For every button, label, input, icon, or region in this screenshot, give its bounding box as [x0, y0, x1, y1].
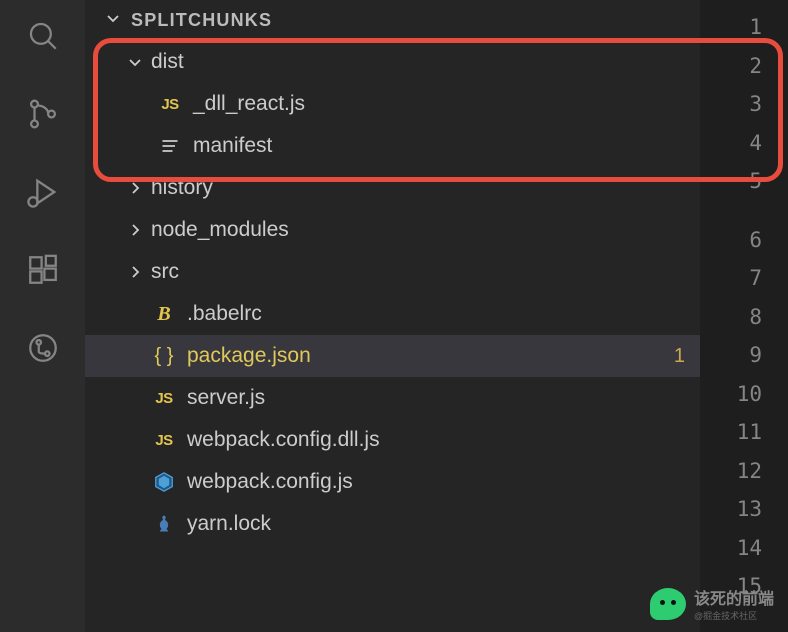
- line-number: 10: [737, 375, 762, 414]
- file-manifest[interactable]: manifest: [85, 125, 701, 167]
- line-number: 14: [737, 529, 762, 568]
- folder-label: src: [151, 260, 685, 284]
- chevron-right-icon: [125, 222, 145, 238]
- file-label: _dll_react.js: [193, 92, 685, 116]
- chevron-down-icon: [105, 10, 121, 31]
- line-number: 6: [749, 221, 762, 260]
- extensions-icon[interactable]: [25, 252, 61, 288]
- file-webpack-dll[interactable]: JS webpack.config.dll.js: [85, 419, 701, 461]
- webpack-file-icon: [151, 469, 177, 495]
- line-number: 12: [737, 452, 762, 491]
- line-number: 3: [749, 85, 762, 124]
- folder-history[interactable]: history: [85, 167, 701, 209]
- file-tree: dist JS _dll_react.js manifest history n…: [85, 41, 701, 545]
- line-number: 8: [749, 298, 762, 337]
- editor-gutter: 1 2 3 4 5 6 7 8 9 10 11 12 13 14 15: [700, 0, 788, 632]
- chevron-right-icon: [125, 264, 145, 280]
- text-file-icon: [157, 133, 183, 159]
- line-number: 4: [749, 124, 762, 163]
- search-icon[interactable]: [25, 18, 61, 54]
- file-babelrc[interactable]: B .babelrc: [85, 293, 701, 335]
- explorer-title: SPLITCHUNKS: [131, 10, 272, 31]
- wechat-icon: [650, 588, 686, 620]
- line-number: 5: [749, 162, 762, 201]
- js-file-icon: JS: [151, 385, 177, 411]
- line-number: 13: [737, 490, 762, 529]
- line-number: 2: [749, 47, 762, 86]
- debug-icon[interactable]: [25, 174, 61, 210]
- babel-file-icon: B: [151, 301, 177, 327]
- folder-label: dist: [151, 50, 685, 74]
- line-number: 9: [749, 336, 762, 375]
- git-branch-icon[interactable]: [25, 330, 61, 366]
- js-file-icon: JS: [157, 91, 183, 117]
- explorer-header[interactable]: SPLITCHUNKS: [85, 0, 701, 41]
- chevron-down-icon: [125, 54, 145, 70]
- js-file-icon: JS: [151, 427, 177, 453]
- yarn-file-icon: [151, 511, 177, 537]
- git-modified-badge: 1: [674, 345, 685, 368]
- file-label: server.js: [187, 386, 685, 410]
- file-dll-react-js[interactable]: JS _dll_react.js: [85, 83, 701, 125]
- file-package-json[interactable]: { } package.json 1: [85, 335, 701, 377]
- watermark-main: 该死的前端: [694, 585, 774, 609]
- source-control-icon[interactable]: [25, 96, 61, 132]
- chevron-right-icon: [125, 180, 145, 196]
- line-number: 1: [749, 8, 762, 47]
- file-label: webpack.config.dll.js: [187, 428, 685, 452]
- json-file-icon: { }: [151, 343, 177, 369]
- file-label: yarn.lock: [187, 512, 685, 536]
- watermark-text: 该死的前端 @掘金技术社区: [694, 585, 774, 622]
- activity-bar: [0, 0, 85, 632]
- folder-src[interactable]: src: [85, 251, 701, 293]
- file-label: webpack.config.js: [187, 470, 685, 494]
- watermark: 该死的前端 @掘金技术社区: [650, 585, 774, 622]
- file-server-js[interactable]: JS server.js: [85, 377, 701, 419]
- folder-node-modules[interactable]: node_modules: [85, 209, 701, 251]
- watermark-sub: @掘金技术社区: [694, 609, 757, 622]
- file-label: .babelrc: [187, 302, 685, 326]
- explorer-panel: SPLITCHUNKS dist JS _dll_react.js manife…: [85, 0, 701, 632]
- file-webpack-config[interactable]: webpack.config.js: [85, 461, 701, 503]
- line-number: 11: [737, 413, 762, 452]
- folder-label: history: [151, 176, 685, 200]
- file-label: package.json: [187, 344, 674, 368]
- folder-dist[interactable]: dist: [85, 41, 701, 83]
- file-label: manifest: [193, 134, 685, 158]
- file-yarn-lock[interactable]: yarn.lock: [85, 503, 701, 545]
- folder-label: node_modules: [151, 218, 685, 242]
- line-number: 7: [749, 259, 762, 298]
